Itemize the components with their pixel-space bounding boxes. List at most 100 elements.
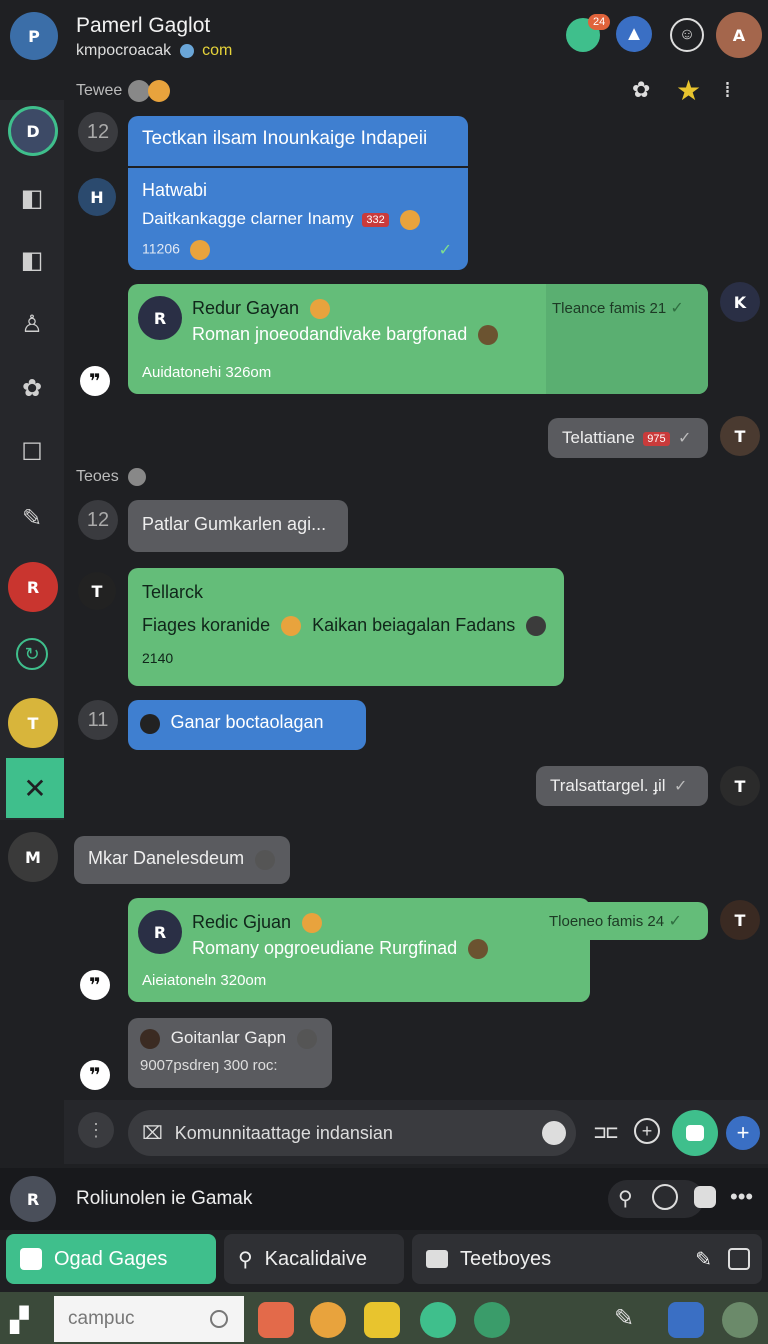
message-side-label: Tleance famis 21 (552, 300, 667, 317)
message-bubble[interactable]: R Redur Gayan Roman jnoeodandivake bargf… (128, 284, 708, 394)
app-icon-4[interactable] (420, 1302, 456, 1338)
message-author: Redur Gayan (192, 298, 331, 320)
read-check-icon: ✓ (674, 778, 688, 795)
emoji-icon (254, 849, 275, 870)
chat-status: kmpocroacak com (76, 42, 232, 60)
footer-avatar[interactable]: R (10, 1176, 56, 1222)
message-count: 12 (78, 112, 118, 152)
message-text-row: Romany opgroeudiane Rurgfinad (192, 938, 489, 960)
app-icon-5[interactable] (474, 1302, 510, 1338)
settings-icon[interactable]: ✿ (632, 78, 650, 103)
sidebar-contact-2[interactable]: T (8, 698, 58, 748)
message-bubble[interactable]: Tellarck Fiages koranide Kaikan beiagala… (128, 568, 564, 686)
message-icon: ⌧ (142, 1122, 163, 1144)
reply-icon[interactable]: ❞ (80, 1060, 110, 1090)
message-side-text: Tleance famis 21 ✓ (552, 298, 684, 318)
globe-icon (179, 43, 194, 58)
message-avatar[interactable]: H (78, 178, 116, 216)
composer-input[interactable]: ⌧ Komunnitaattage indansian (128, 1110, 576, 1156)
status-icon[interactable]: ⚲ (618, 1186, 633, 1210)
emoji-picker-icon[interactable] (542, 1121, 566, 1145)
sidebar-edit-icon[interactable]: ☐ (14, 434, 50, 470)
section-label: Teoes (76, 468, 119, 485)
message-bubble[interactable]: Mkar Danelesdeum (74, 836, 290, 884)
emoji-icon (468, 939, 489, 960)
message-bubble[interactable]: Goitanlar Gapn 9007psdreŋ 300 roc: (128, 1018, 332, 1088)
sidebar-user-icon[interactable]: ♙ (14, 306, 50, 342)
tab-third[interactable]: Teetboyes ✎ (412, 1234, 762, 1284)
emoji-icon (526, 616, 547, 637)
reply-icon[interactable]: ❞ (80, 970, 110, 1000)
message-bubble[interactable]: Tralsattargel. ɟil ✓ (536, 766, 708, 806)
edit-icon[interactable]: ✎ (695, 1247, 712, 1271)
camera-icon (686, 1125, 704, 1141)
taskbar-search[interactable]: campuc (54, 1296, 244, 1342)
pen-icon[interactable]: ✎ (614, 1304, 634, 1332)
sidebar-tag-icon[interactable]: ◧ (14, 180, 50, 216)
sidebar-tool-icon[interactable]: ✎ (14, 500, 50, 536)
message-bubble[interactable]: Hatwabi Daitkankagge clarner Inamy 332 1… (128, 168, 468, 270)
emoji-icon (302, 913, 323, 934)
code-icon[interactable]: ⊐⊏ (594, 1120, 618, 1144)
camera-button[interactable] (672, 1110, 718, 1156)
status-link[interactable]: com (202, 42, 232, 59)
message-bubble[interactable]: Telattiane 975 ✓ (548, 418, 708, 458)
profile-avatar[interactable]: A (716, 12, 762, 58)
notifications-count: 24 (588, 14, 611, 30)
reply-icon[interactable]: ❞ (80, 366, 110, 396)
game-icon[interactable] (694, 1186, 716, 1208)
read-check-icon: ✓ (438, 241, 452, 259)
read-check-icon: ✓ (678, 430, 692, 447)
emoji-icon (281, 616, 302, 637)
more-icon[interactable]: ⁞ (724, 78, 731, 103)
message-side-label: Tloeneo famis 24 (549, 913, 665, 930)
header-avatar[interactable]: P (10, 12, 58, 60)
footer-user-name: Roliunolen ie Gamak (76, 1188, 253, 1209)
start-icon[interactable]: ▞ (10, 1306, 28, 1334)
message-bubble[interactable]: Patlar Gumkarlen agi... (128, 500, 348, 552)
tab-search[interactable]: ⚲ Kacalidaive (224, 1234, 404, 1284)
message-text: Tectkan ilsam Inounkaige Indapeii (142, 128, 428, 149)
read-check-icon: ✓ (668, 913, 682, 930)
message-avatar[interactable]: K (720, 282, 760, 322)
sidebar-refresh-icon[interactable]: ↻ (16, 638, 48, 670)
drop-icon[interactable]: ▲ (616, 16, 652, 52)
sidebar-active-tool[interactable]: ✕ (6, 758, 64, 818)
mic-icon[interactable] (652, 1184, 678, 1210)
message-bubble[interactable]: R Redic Gjuan Romany opgroeudiane Rurgfi… (128, 898, 590, 1002)
app-icon-7[interactable] (722, 1302, 758, 1338)
share-icon[interactable] (728, 1248, 750, 1270)
smile-icon (148, 80, 170, 102)
add-circle-icon[interactable]: + (634, 1118, 660, 1144)
sidebar-gear-icon[interactable]: ✿ (14, 370, 50, 406)
message-avatar[interactable]: T (720, 416, 760, 456)
message-time-text: 11206 (142, 240, 180, 257)
app-icon-3[interactable] (364, 1302, 400, 1338)
app-icon-6[interactable] (668, 1302, 704, 1338)
sidebar-contact-3[interactable]: M (8, 832, 58, 882)
message-text: Fiages koranide (142, 615, 271, 635)
status-text: kmpocroacak (76, 42, 172, 59)
tab-active[interactable]: Ogad Gages (6, 1234, 216, 1284)
message-bubble[interactable]: Ganar boctaolagan (128, 700, 366, 750)
app-icon-2[interactable] (310, 1302, 346, 1338)
message-bubble[interactable]: Tectkan ilsam Inounkaige Indapeii (128, 116, 468, 166)
message-avatar: R (138, 910, 182, 954)
emoji-icon (189, 239, 210, 260)
sidebar-tag2-icon[interactable]: ◧ (14, 242, 50, 278)
star-icon[interactable]: ★ (676, 74, 701, 107)
more-options-icon[interactable]: ••• (730, 1184, 753, 1210)
emoji-icon (399, 209, 420, 230)
message-avatar[interactable]: T (78, 572, 116, 610)
sidebar-active-chat[interactable]: D (8, 106, 58, 156)
message-side-bubble[interactable]: Tloeneo famis 24 ✓ (540, 902, 708, 940)
sidebar-contact-1[interactable]: R (8, 562, 58, 612)
message-avatar[interactable]: T (720, 900, 760, 940)
tab-label: Kacalidaive (264, 1247, 367, 1270)
message-avatar[interactable]: T (720, 766, 760, 806)
send-button[interactable]: + (726, 1116, 760, 1150)
app-icon-1[interactable] (258, 1302, 294, 1338)
attach-icon[interactable]: ⋮ (78, 1112, 114, 1148)
message-text-2: Kaikan beiagalan Fadans (312, 615, 516, 635)
emoji-icon[interactable]: ☺ (670, 18, 704, 52)
